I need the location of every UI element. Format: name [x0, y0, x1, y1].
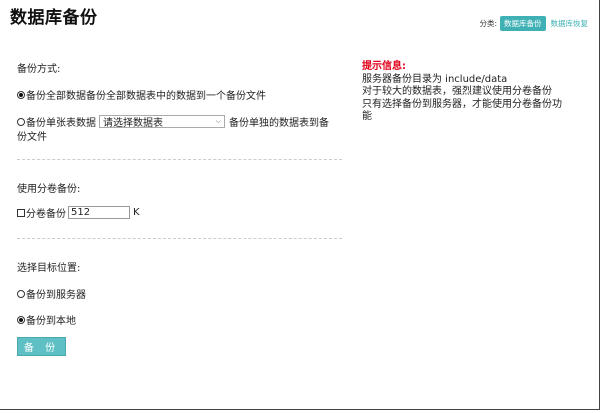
volume-row: 分卷备份 512 K	[17, 205, 140, 220]
target-local-row[interactable]: 备份到本地	[17, 312, 76, 327]
target-heading: 选择目标位置:	[17, 259, 80, 274]
hint-line: 能	[362, 111, 372, 122]
table-select[interactable]: 请选择数据表 ⌵	[99, 115, 225, 129]
method-heading: 备份方式:	[17, 60, 60, 75]
hint-line: 只有选择备份到服务器，才能使用分卷备份功	[362, 98, 562, 110]
target-server-radio[interactable]	[17, 289, 25, 298]
hint-line: 服务器备份目录为 include/data	[362, 73, 508, 85]
method-label: 备份方式:	[17, 64, 61, 75]
hint-title: 提示信息:	[362, 61, 406, 72]
volume-label: 使用分卷备份:	[17, 184, 81, 195]
volume-check-label[interactable]: 分卷备份	[26, 205, 66, 220]
option-single-desc: 备份单独的数据表到备	[229, 118, 329, 129]
option-single-desc-wrap: 份文件	[17, 128, 47, 143]
backup-page: 数据库备份 分类: 数据库备份 数据库恢复 备份方式: 备份全部数据备份全部数据…	[0, 0, 600, 410]
volume-checkbox[interactable]	[17, 208, 25, 217]
target-server-row[interactable]: 备份到服务器	[17, 286, 86, 301]
page-header: 数据库备份 分类: 数据库备份 数据库恢复	[0, 0, 600, 32]
category-label: 分类:	[479, 19, 497, 28]
target-local-label[interactable]: 备份到本地	[26, 312, 76, 327]
option-single-desc-cont: 份文件	[17, 132, 47, 143]
option-all-radio[interactable]	[17, 90, 25, 99]
hint-panel: 提示信息: 服务器备份目录为 include/data 对于较大的数据表，强烈建…	[362, 61, 572, 124]
tab-database-restore[interactable]: 数据库恢复	[551, 18, 589, 29]
option-single-label[interactable]: 备份单张表数据	[26, 114, 96, 129]
option-all-label[interactable]: 备份全部数据备份全部数据表中的数据到一个备份文件	[26, 87, 266, 102]
tab-database-backup[interactable]: 数据库备份	[500, 16, 546, 31]
chevron-down-icon: ⌵	[215, 117, 221, 125]
option-single-row: 备份单张表数据 请选择数据表 ⌵ 备份单独的数据表到备	[17, 114, 329, 129]
table-select-value: 请选择数据表	[103, 118, 163, 129]
backup-button[interactable]: 备 份	[17, 337, 66, 356]
volume-heading: 使用分卷备份:	[17, 180, 80, 195]
hint-line: 对于较大的数据表，强烈建议使用分卷备份	[362, 86, 552, 97]
volume-unit: K	[133, 207, 140, 218]
target-local-radio[interactable]	[17, 315, 25, 324]
page-title: 数据库备份	[10, 8, 98, 28]
category-nav: 分类: 数据库备份 数据库恢复	[479, 16, 588, 31]
divider	[17, 159, 342, 160]
option-single-radio[interactable]	[17, 117, 25, 126]
volume-size-input[interactable]: 512	[68, 206, 130, 219]
option-all-row[interactable]: 备份全部数据备份全部数据表中的数据到一个备份文件	[17, 87, 266, 102]
target-server-label[interactable]: 备份到服务器	[26, 286, 86, 301]
target-label: 选择目标位置:	[17, 263, 81, 274]
divider	[17, 238, 342, 239]
